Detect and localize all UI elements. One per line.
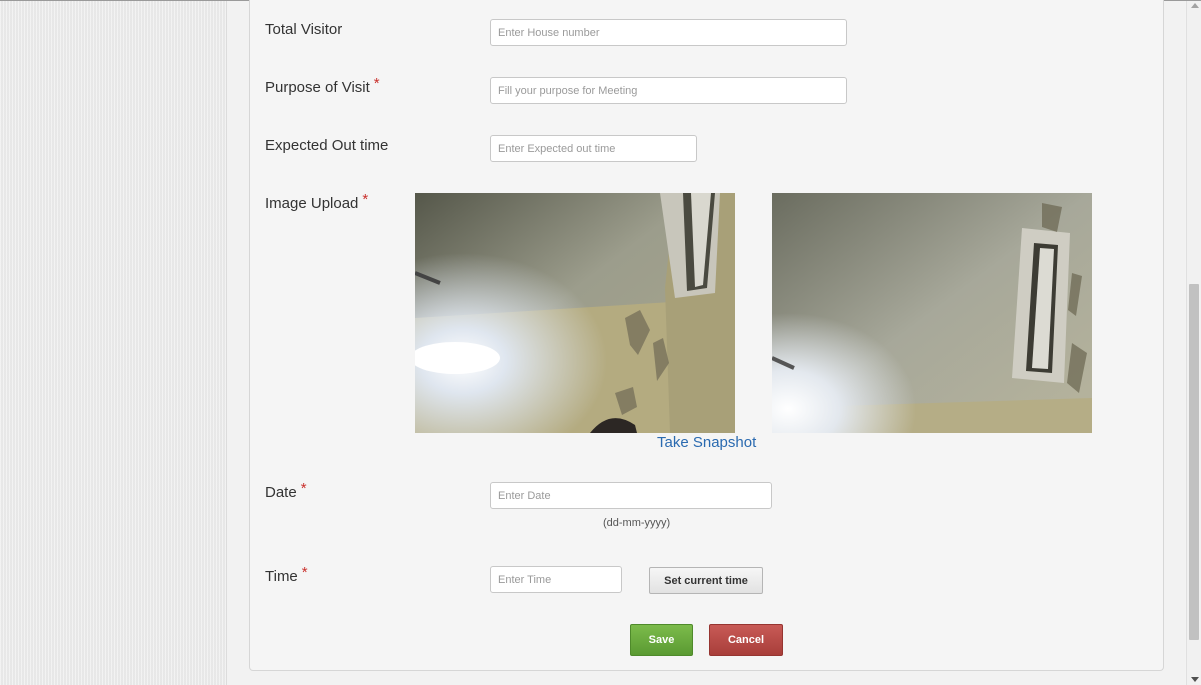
- date-input[interactable]: [490, 482, 772, 509]
- scrollbar-thumb[interactable]: [1189, 284, 1199, 640]
- required-mark: *: [362, 191, 369, 208]
- take-snapshot-link[interactable]: Take Snapshot: [657, 434, 756, 451]
- time-input[interactable]: [490, 566, 622, 593]
- cancel-button[interactable]: Cancel: [709, 624, 783, 656]
- page-scrollbar[interactable]: [1186, 1, 1201, 685]
- set-current-time-button[interactable]: Set current time: [649, 567, 763, 594]
- purpose-label: Purpose of Visit *: [265, 75, 380, 96]
- date-format-hint: (dd-mm-yyyy): [603, 517, 671, 529]
- total-visitor-label: Total Visitor: [265, 21, 343, 38]
- scroll-down-arrow-icon[interactable]: [1191, 677, 1199, 682]
- out-time-label: Expected Out time: [265, 137, 389, 154]
- required-mark: *: [373, 75, 380, 92]
- image-upload-label: Image Upload *: [265, 191, 369, 212]
- date-label: Date *: [265, 480, 307, 501]
- out-time-input[interactable]: [490, 135, 697, 162]
- total-visitor-input[interactable]: [490, 19, 847, 46]
- sidebar: [0, 1, 227, 685]
- required-mark: *: [301, 564, 308, 581]
- required-mark: *: [300, 480, 307, 497]
- scroll-up-arrow-icon[interactable]: [1191, 3, 1199, 8]
- snapshot-preview: [772, 193, 1092, 433]
- save-button[interactable]: Save: [630, 624, 693, 656]
- time-label: Time *: [265, 564, 308, 585]
- purpose-input[interactable]: [490, 77, 847, 104]
- webcam-live-view: [415, 193, 735, 433]
